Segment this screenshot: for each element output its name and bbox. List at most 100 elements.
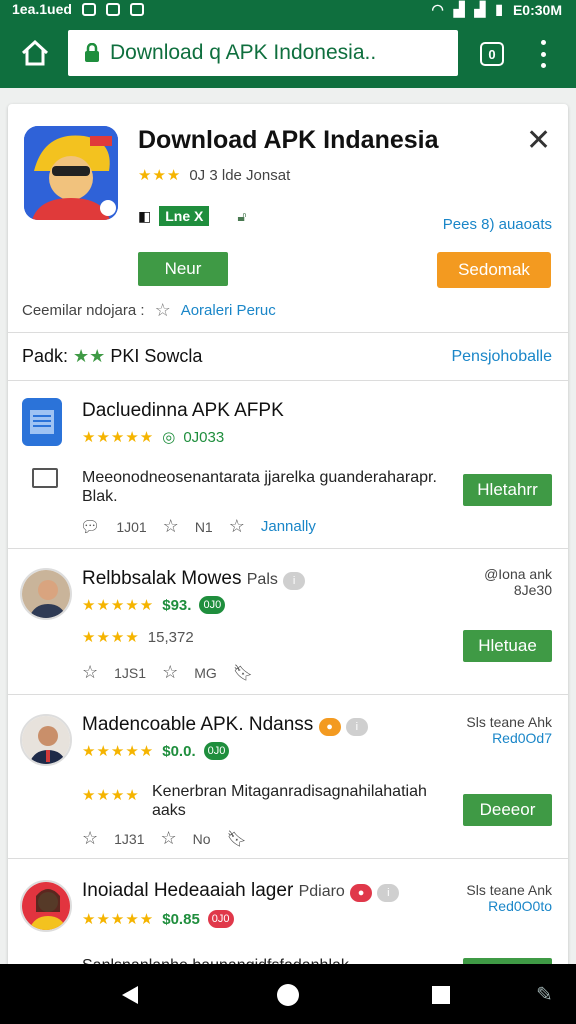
back-icon[interactable]: [122, 986, 138, 1004]
side-note-line: 8Je30: [513, 582, 552, 598]
item-rating: ★★★★★ $0.0. 0J0: [82, 742, 230, 760]
item-meta: 💬︎ 1J01 ☆ N1 ☆ Jannally: [80, 516, 316, 537]
home-button[interactable]: [18, 36, 52, 70]
item-action-button[interactable]: Deeeor: [463, 794, 552, 826]
app-badges: ◧ Lne X 🔓︎: [138, 206, 246, 226]
bookmark-icon: 🔖︎: [232, 664, 254, 682]
item-title: Relbbsalak Mowes: [82, 568, 242, 589]
meta-count: 1J31: [114, 830, 145, 847]
item-stars-secondary: ★★★★: [82, 629, 140, 646]
rank-row: Padk: ★★ PKI Sowcla Pensjohoballe: [22, 346, 552, 367]
rank-link[interactable]: Pensjohoballe: [451, 348, 552, 366]
item-sub-text: 0J033: [183, 428, 225, 446]
similar-label: Ceemilar ndojara :: [22, 302, 145, 319]
side-note-link[interactable]: Red0Od7: [466, 730, 552, 746]
app-card: Download APK Indanesia ✕ ★★★ 0J 3 lde Jo…: [8, 104, 568, 974]
item-rating: ★★★★★ $0.85 0J0: [82, 910, 234, 928]
item-title: Madencoable APK. Ndanss: [82, 714, 314, 735]
item-rating: ★★★★★ $93. 0J0: [82, 596, 226, 614]
signal-icon: ▟: [474, 1, 486, 17]
side-note-link[interactable]: Red0O0to: [466, 898, 552, 914]
item-title-row: Madencoable APK. Ndanss ● i: [82, 714, 368, 736]
meta-count: MG: [194, 664, 217, 681]
item-meta-link[interactable]: Jannally: [261, 518, 316, 535]
item-stars: ★★★★★: [82, 597, 155, 614]
accessibility-icon[interactable]: ✎: [536, 982, 553, 1007]
item-meta: ☆ 1J31 ☆ No 🔖︎: [82, 828, 247, 849]
signal-icon: ▟: [453, 1, 465, 17]
recent-apps-icon[interactable]: [432, 986, 450, 1004]
download-button[interactable]: Sedomak: [437, 252, 551, 288]
overflow-menu-button[interactable]: [536, 40, 550, 68]
item-stars: ★★★★★: [82, 429, 155, 446]
notification-icon: [105, 2, 120, 16]
rank-text: PKI Sowcla: [110, 346, 203, 366]
tabs-button[interactable]: 0: [480, 42, 504, 66]
item-price: $0.85: [162, 910, 200, 928]
item-count-row: ★★★★ 15,372: [82, 628, 194, 647]
rank-stars: ★★: [73, 346, 106, 366]
item-price: $93.: [162, 596, 192, 614]
star-outline-icon: ☆: [82, 828, 99, 848]
info-icon: ◧: [138, 207, 152, 224]
status-bar: 1ea.1ued ◠ ▟ ▟ ▮ E0:30M: [0, 0, 576, 18]
side-note-line: Sls teane Ahk: [466, 714, 552, 730]
item-stars-secondary: ★★★★: [82, 787, 140, 804]
notification-icon: [81, 2, 96, 16]
item-title-suffix: Pdiaro: [298, 883, 345, 900]
system-nav-bar: ✎: [0, 964, 576, 1024]
star-outline-icon: ☆: [162, 516, 179, 536]
side-note-line: Sls teane Ank: [466, 882, 552, 898]
item-title-suffix: Pals: [246, 571, 278, 588]
item-action-button[interactable]: Hletahrr: [463, 474, 552, 506]
item-rating: ★★★★★ ◎ 0J033: [82, 428, 225, 447]
list-item[interactable]: Madencoable APK. Ndanss ● i ★★★★★ $0.0. …: [8, 694, 568, 858]
app-title: Download APK Indanesia: [138, 126, 439, 154]
info-chip: i: [283, 572, 306, 590]
item-side-note: @Iona ank 8Je30: [484, 566, 552, 598]
address-bar[interactable]: Download q APK Indonesia..: [68, 30, 458, 76]
item-action-button[interactable]: Hletuae: [463, 630, 552, 662]
divider: [8, 332, 568, 333]
rating-stars: ★★★: [138, 167, 182, 184]
developer-link[interactable]: Pees 8) auaoats: [443, 216, 552, 233]
side-note-line: @Iona ank: [484, 566, 552, 582]
install-button[interactable]: Neur: [138, 252, 228, 286]
battery-icon: ▮: [495, 1, 503, 17]
list-item[interactable]: Dacluedinna APK AFPK ★★★★★ ◎ 0J033 Meeon…: [8, 380, 568, 548]
app-logo-icon: [24, 126, 118, 220]
star-outline-icon: ☆: [160, 828, 177, 848]
app-icon[interactable]: [24, 126, 118, 220]
lock-icon: [85, 43, 99, 62]
meta-count: No: [192, 830, 211, 847]
close-icon[interactable]: ✕: [526, 126, 551, 156]
wifi-icon: ◠: [431, 1, 444, 17]
item-chip: 0J0: [199, 596, 226, 614]
item-title-row: Relbbsalak Mowes Pals i: [82, 568, 306, 590]
item-price: $0.0.: [162, 742, 196, 760]
similar-link[interactable]: Aoraleri Peruc: [181, 302, 276, 319]
version-badge: Lne X: [159, 206, 210, 226]
document-app-icon: [22, 398, 62, 446]
item-desc-row: ★★★★: [82, 786, 140, 804]
rating-text: 0J 3 lde Jonsat: [189, 166, 291, 184]
home-icon: [21, 39, 49, 66]
item-side-note: Sls teane Ahk Red0Od7: [466, 714, 552, 746]
item-chip: 0J0: [207, 910, 234, 928]
info-chip: i: [377, 884, 400, 902]
item-chip: 0J0: [203, 742, 230, 760]
meta-count: 1JS1: [114, 664, 147, 681]
item-description: Meeonodneosenantarata jjarelka guanderah…: [82, 469, 437, 505]
item-side-note: Sls teane Ank Red0O0to: [466, 882, 552, 914]
list-item[interactable]: Relbbsalak Mowes Pals i ★★★★★ $93. 0J0 ★…: [8, 548, 568, 694]
status-chip: ●: [318, 718, 341, 736]
star-outline-icon: ☆: [228, 516, 245, 536]
url-text: Download q APK Indonesia..: [110, 41, 377, 64]
item-stars: ★★★★★: [82, 743, 155, 760]
home-nav-icon[interactable]: [277, 984, 299, 1006]
list-item[interactable]: Inoiadal Hedeaaiah lager Pdiaro ● i ★★★★…: [8, 858, 568, 974]
avatar: [20, 568, 72, 620]
item-count: 15,372: [147, 628, 194, 646]
screen-icon: [32, 468, 58, 488]
star-outline-icon: ☆: [82, 662, 99, 682]
